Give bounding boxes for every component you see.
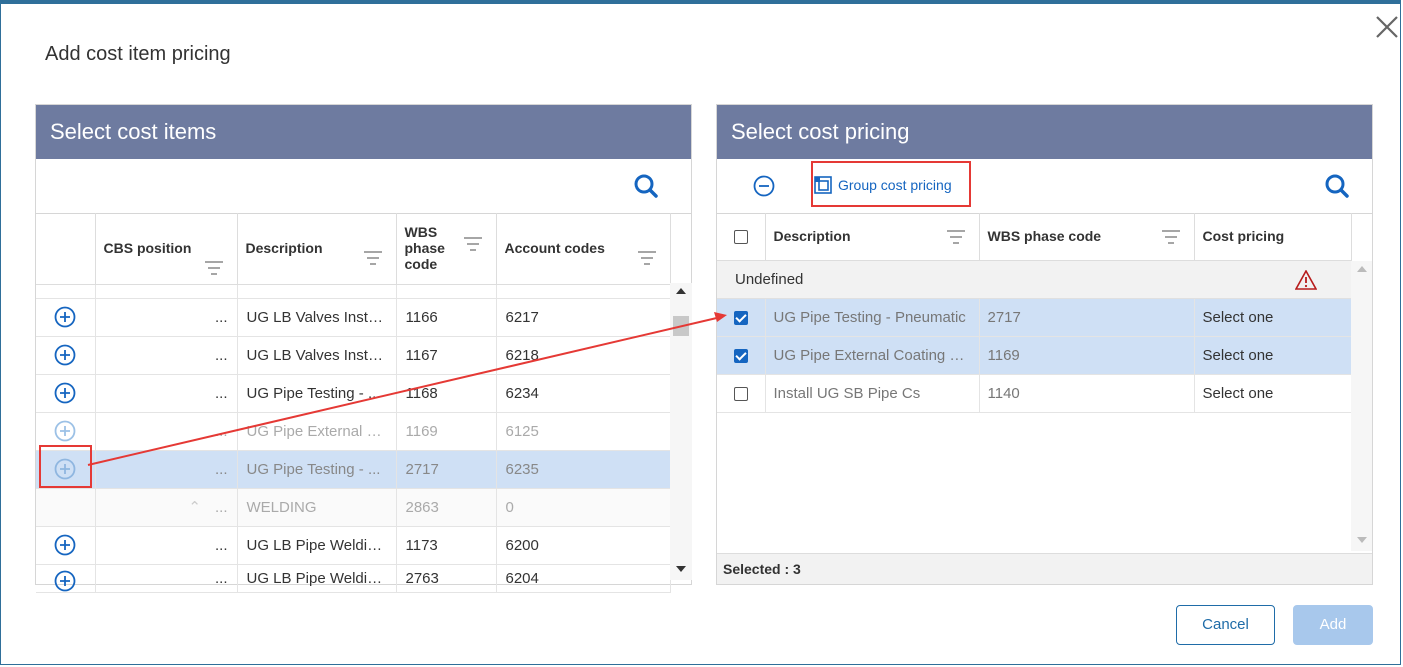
scrollbar-thumb[interactable]	[673, 316, 689, 336]
right-panel-header: Select cost pricing	[717, 105, 1372, 159]
select-all-checkbox[interactable]	[733, 230, 748, 245]
cost-pricing-table: Description WBS phase code Cost pricing …	[717, 213, 1352, 413]
column-header-description[interactable]: Description	[765, 213, 980, 261]
table-row-selected[interactable]: UG Pipe Testing - Pneumatic 2717 Select …	[717, 298, 1352, 337]
row-checkbox[interactable]	[733, 386, 748, 401]
search-icon[interactable]	[633, 173, 659, 199]
select-all-header[interactable]	[717, 213, 766, 261]
cancel-button[interactable]: Cancel	[1176, 605, 1275, 645]
collapse-minus-icon[interactable]	[753, 175, 775, 197]
add-circle-icon[interactable]	[54, 344, 76, 366]
cost-pricing-select[interactable]: Select one	[1194, 336, 1352, 375]
column-header-account-codes[interactable]: Account codes	[496, 213, 671, 285]
add-circle-icon[interactable]	[54, 306, 76, 328]
add-circle-icon[interactable]	[54, 382, 76, 404]
table-row[interactable]: ... UG LB Valves Insta... 1167 6218	[36, 336, 671, 375]
vertical-scrollbar[interactable]	[1351, 261, 1372, 551]
table-row-selected[interactable]: ... UG Pipe Testing - ... 2717 6235	[36, 450, 671, 489]
search-icon[interactable]	[1324, 173, 1350, 199]
vertical-scrollbar[interactable]	[670, 283, 692, 580]
add-circle-icon[interactable]	[54, 570, 76, 592]
select-cost-items-panel: Select cost items CBS position Descripti…	[35, 104, 692, 593]
left-panel-header: Select cost items	[36, 105, 691, 159]
cost-pricing-select[interactable]: Select one	[1194, 298, 1352, 337]
table-row-selected[interactable]: UG Pipe External Coating W... 1169 Selec…	[717, 336, 1352, 375]
add-circle-icon	[54, 420, 76, 442]
selected-count: Selected : 3	[717, 553, 1372, 584]
dialog-title: Add cost item pricing	[45, 43, 231, 65]
column-header-add	[36, 213, 96, 285]
column-header-description[interactable]: Description	[237, 213, 397, 285]
table-row[interactable]: ... UG Pipe Testing - ... 1168 6234	[36, 374, 671, 413]
add-circle-icon[interactable]	[54, 534, 76, 556]
filter-icon[interactable]	[637, 251, 656, 265]
table-row[interactable]: Install UG SB Pipe Cs 1140 Select one	[717, 374, 1352, 413]
warning-icon	[1294, 269, 1317, 290]
scroll-up-icon[interactable]	[676, 288, 686, 294]
scroll-down-icon[interactable]	[1357, 537, 1367, 543]
table-row[interactable]: ... UG LB Pipe Weldin... 2763 6204	[36, 564, 671, 593]
filter-icon[interactable]	[204, 261, 223, 275]
column-header-cost-pricing: Cost pricing	[1194, 213, 1352, 261]
column-header-wbs-phase-code[interactable]: WBS phase code	[396, 213, 497, 285]
column-header-wbs-phase-code[interactable]: WBS phase code	[979, 213, 1195, 261]
close-icon[interactable]	[1374, 14, 1400, 40]
category-row: Undefined	[717, 260, 1352, 299]
scroll-up-icon[interactable]	[1357, 266, 1367, 272]
table-row[interactable]: ... UG LB Valves Insta... 1166 6217	[36, 298, 671, 337]
filter-icon[interactable]	[946, 230, 965, 244]
left-toolbar	[36, 159, 691, 214]
row-checkbox[interactable]	[733, 310, 748, 325]
chevron-up-icon[interactable]: ⌃	[188, 499, 201, 516]
cost-pricing-select[interactable]: Select one	[1194, 374, 1352, 413]
table-row[interactable]: ... UG Pipe External C... 1169 6125	[36, 412, 671, 451]
highlight-box-add-button	[39, 445, 92, 488]
table-row[interactable]: ... UG LB Pipe Weldin... 1173 6200	[36, 526, 671, 565]
filter-icon[interactable]	[363, 251, 382, 265]
filter-icon[interactable]	[1161, 230, 1180, 244]
scroll-down-icon[interactable]	[676, 566, 686, 572]
table-row-spacer	[36, 284, 671, 299]
add-button[interactable]: Add	[1293, 605, 1373, 645]
table-row-group[interactable]: ⌃... WELDING 2863 0	[36, 488, 671, 527]
highlight-box-group-cost-pricing	[811, 161, 971, 207]
cost-items-table: CBS position Description WBS phase code …	[36, 213, 671, 593]
filter-icon[interactable]	[463, 237, 482, 251]
column-header-cbs-position[interactable]: CBS position	[95, 213, 238, 285]
row-checkbox[interactable]	[733, 348, 748, 363]
